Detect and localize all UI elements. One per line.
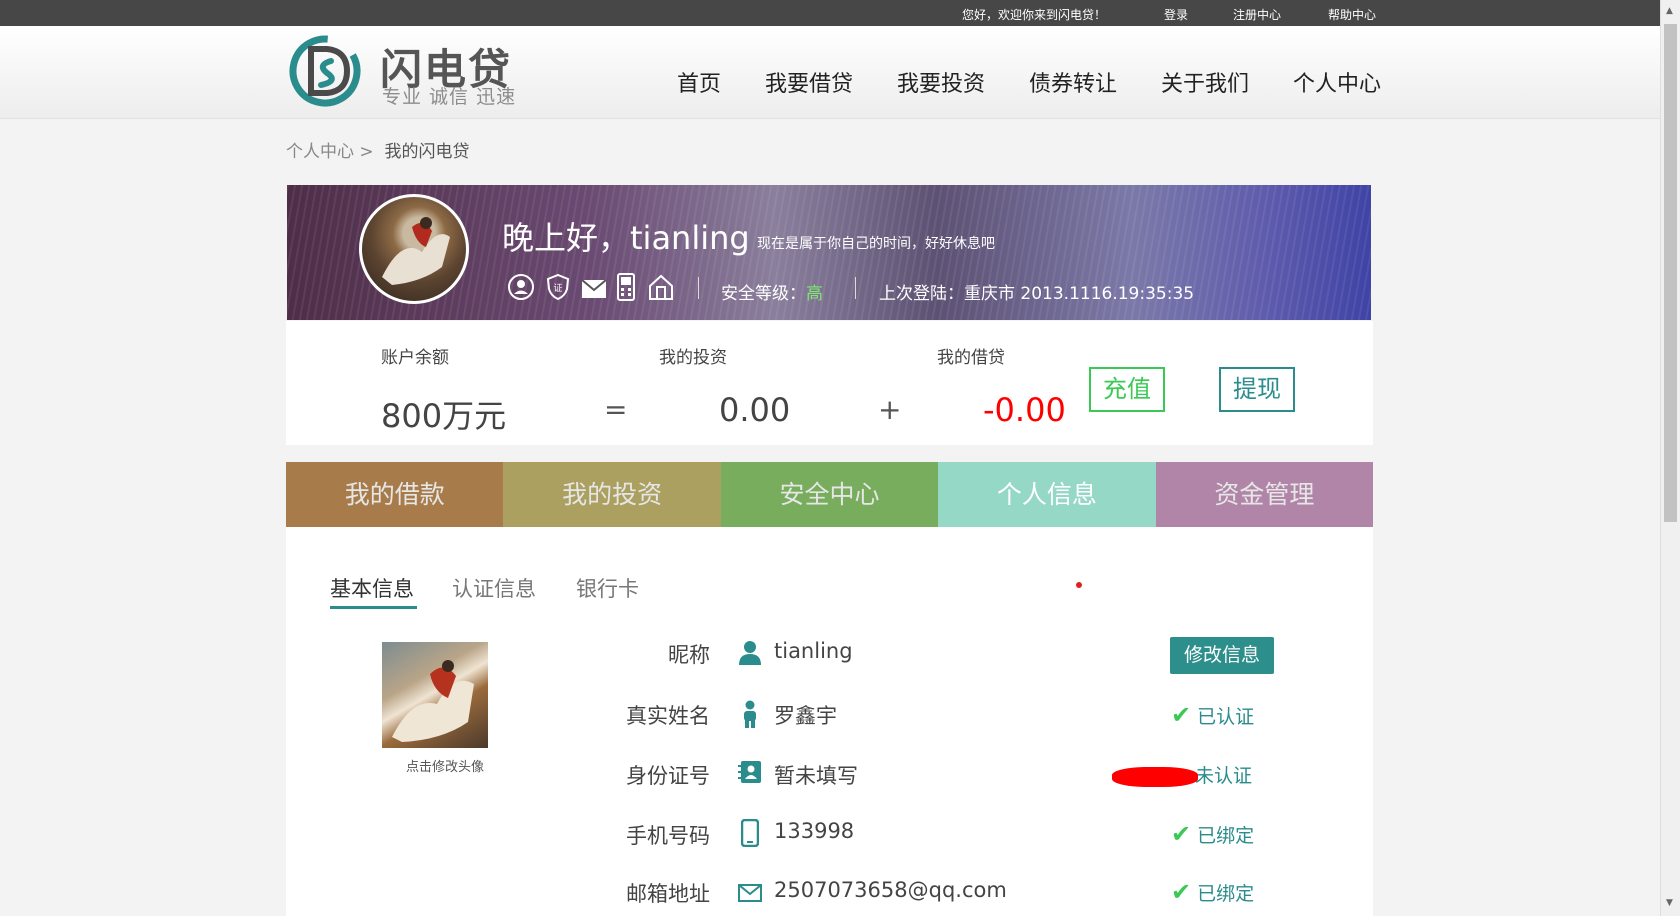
top-bar: 您好，欢迎你来到闪电贷！ 登录 注册中心 帮助中心 xyxy=(0,0,1660,26)
balance-value: 800万元 xyxy=(381,397,507,435)
equals-sign: = xyxy=(604,393,628,426)
breadcrumb-parent[interactable]: 个人中心 > xyxy=(286,142,374,162)
mobile-label: 手机号码 xyxy=(626,824,710,848)
check-icon: ✔ xyxy=(1171,820,1192,848)
edit-info-button[interactable]: 修改信息 xyxy=(1170,637,1274,674)
balance-label: 账户余额 xyxy=(381,348,449,368)
security-level-label: 安全等级： xyxy=(721,284,806,304)
mobile-status-text: 已绑定 xyxy=(1197,825,1255,847)
avatar[interactable] xyxy=(359,194,469,304)
main-tabs: 我的借款 我的投资 安全中心 个人信息 资金管理 xyxy=(286,462,1374,527)
check-icon: ✔ xyxy=(1171,701,1192,729)
nav-invest[interactable]: 我要投资 xyxy=(897,66,985,98)
avatar-caption[interactable]: 点击修改头像 xyxy=(406,756,484,775)
greeting: 晚上好，tianling xyxy=(502,219,750,257)
loan-label: 我的借贷 xyxy=(937,348,1005,368)
real-name-status: ✔ 已认证 xyxy=(1171,701,1254,729)
nav-borrow[interactable]: 我要借贷 xyxy=(765,66,853,98)
nav-bond-transfer[interactable]: 债券转让 xyxy=(1029,66,1117,98)
greeting-subtitle: 现在是属于你自己的时间，好好休息吧 xyxy=(757,236,995,252)
subtab-basic-info[interactable]: 基本信息 xyxy=(330,573,414,603)
site-header: 闪电贷 专业 诚信 迅速 首页 我要借贷 我要投资 债券转让 关于我们 个人中心 xyxy=(0,26,1660,119)
tab-fund-management[interactable]: 资金管理 xyxy=(1155,462,1374,527)
mail-icon xyxy=(738,884,762,906)
id-number-label: 身份证号 xyxy=(626,764,710,788)
banner-divider xyxy=(855,277,856,299)
logo-slogan: 专业 诚信 迅速 xyxy=(382,86,517,108)
last-login: 上次登陆：重庆市 2013.1116.19:35:35 xyxy=(879,284,1195,304)
withdraw-button[interactable]: 提现 xyxy=(1219,367,1295,412)
scroll-thumb[interactable] xyxy=(1664,24,1677,522)
nav-personal-center[interactable]: 个人中心 xyxy=(1293,66,1381,98)
svg-text:证: 证 xyxy=(553,283,562,294)
nav-about[interactable]: 关于我们 xyxy=(1161,66,1249,98)
redaction-mark xyxy=(1112,767,1198,787)
security-level-value: 高 xyxy=(806,284,823,304)
id-person-icon xyxy=(741,700,759,732)
recharge-button[interactable]: 充值 xyxy=(1089,367,1165,412)
scroll-down-icon[interactable]: ▼ xyxy=(1666,898,1673,908)
nickname-value: tianling xyxy=(774,639,853,663)
email-status: ✔ 已绑定 xyxy=(1171,878,1254,906)
loan-value: -0.00 xyxy=(983,391,1066,429)
mobile-status: ✔ 已绑定 xyxy=(1171,820,1254,848)
vertical-scrollbar[interactable]: ▲ ▼ xyxy=(1660,0,1680,916)
mobile-value: 133998 xyxy=(774,819,855,843)
nickname-label: 昵称 xyxy=(668,643,710,667)
invest-value: 0.00 xyxy=(719,391,791,429)
help-link[interactable]: 帮助中心 xyxy=(1328,6,1376,23)
account-summary: 账户余额 800万元 = 我的投资 0.00 + 我的借贷 -0.00 充值 提… xyxy=(286,321,1373,445)
id-number-status: 未认证 xyxy=(1195,765,1253,787)
mail-icon[interactable] xyxy=(581,279,607,303)
breadcrumb: 个人中心 > 我的闪电贷 xyxy=(286,137,469,162)
tab-my-investments[interactable]: 我的投资 xyxy=(503,462,721,527)
tab-personal-info[interactable]: 个人信息 xyxy=(938,462,1156,527)
subtab-bank-card[interactable]: 银行卡 xyxy=(576,573,639,603)
phone-icon[interactable] xyxy=(617,273,635,305)
shield-icon[interactable]: 证 xyxy=(545,273,571,305)
real-name-label: 真实姓名 xyxy=(626,704,710,728)
security-level: 安全等级：高 xyxy=(721,279,823,304)
subtab-active-indicator xyxy=(330,606,417,609)
id-number-value: 暂未填写 xyxy=(774,764,858,788)
plus-sign: + xyxy=(878,393,902,426)
logo-icon[interactable] xyxy=(287,31,363,113)
subtab-verification[interactable]: 认证信息 xyxy=(452,573,536,603)
banner-divider xyxy=(698,277,699,299)
email-value: 2507073658@qq.com xyxy=(774,878,1007,902)
mobile-icon xyxy=(740,818,760,851)
email-label: 邮箱地址 xyxy=(626,882,710,906)
user-icon[interactable] xyxy=(507,273,535,305)
id-card-icon xyxy=(738,760,762,788)
register-link[interactable]: 注册中心 xyxy=(1233,6,1281,23)
personal-info-panel: 基本信息 认证信息 银行卡 点击修改头像 修改信息 昵称 tianling 真实… xyxy=(286,527,1373,916)
scroll-up-icon[interactable]: ▲ xyxy=(1666,6,1673,16)
invest-label: 我的投资 xyxy=(659,348,727,368)
login-link[interactable]: 登录 xyxy=(1164,6,1188,23)
welcome-text: 您好，欢迎你来到闪电贷！ xyxy=(962,8,1107,22)
check-icon: ✔ xyxy=(1171,878,1192,906)
email-status-text: 已绑定 xyxy=(1197,883,1255,905)
profile-photo[interactable] xyxy=(382,642,488,748)
real-name-value: 罗鑫宇 xyxy=(774,704,837,728)
tab-my-loans[interactable]: 我的借款 xyxy=(286,462,504,527)
person-icon xyxy=(738,640,762,670)
real-name-status-text: 已认证 xyxy=(1197,706,1255,728)
nav-home[interactable]: 首页 xyxy=(677,66,721,98)
home-icon[interactable] xyxy=(648,273,674,305)
tab-security-center[interactable]: 安全中心 xyxy=(720,462,939,527)
breadcrumb-current: 我的闪电贷 xyxy=(384,142,470,162)
user-banner: 晚上好，tianling 现在是属于你自己的时间，好好休息吧 证 安全等级：高 … xyxy=(287,185,1371,320)
red-dot xyxy=(1076,582,1082,588)
